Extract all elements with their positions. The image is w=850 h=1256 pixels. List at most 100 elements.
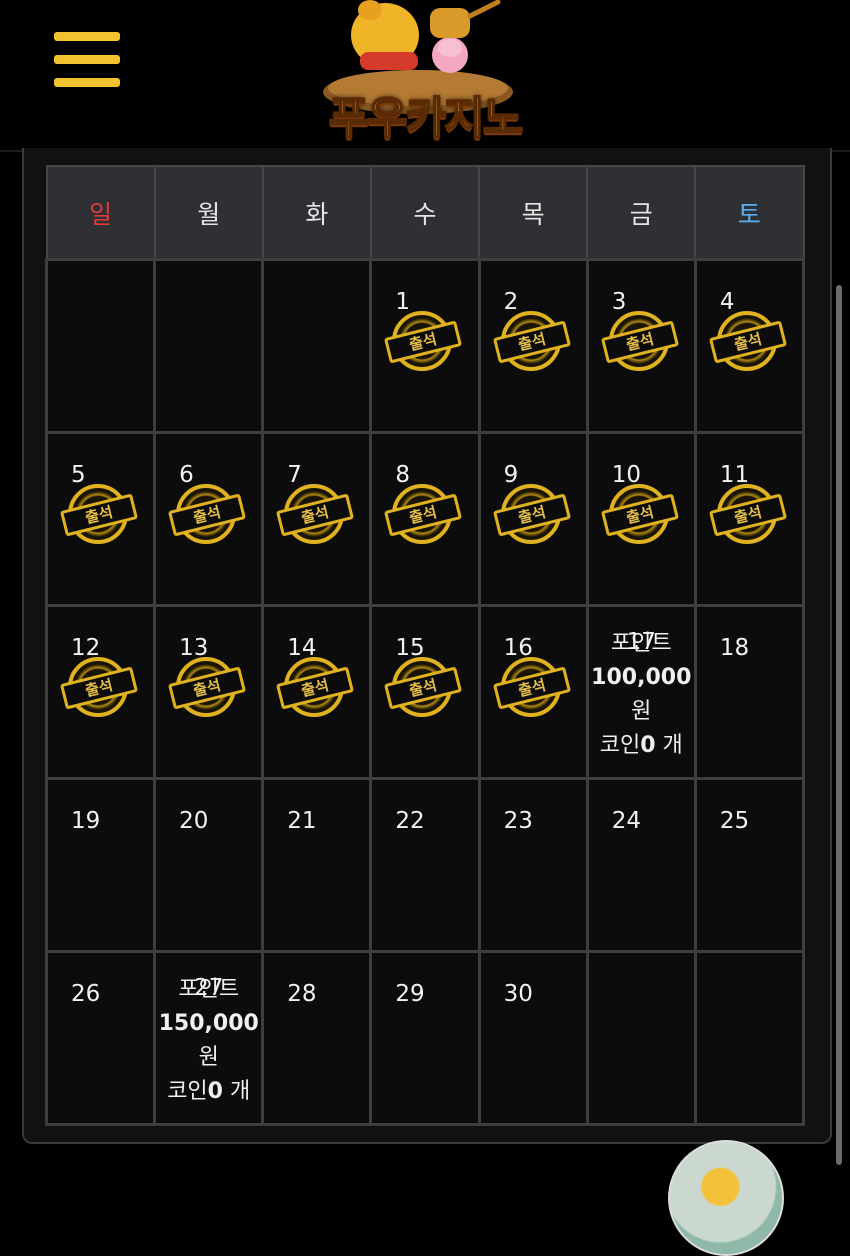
reward-unit: 원 xyxy=(198,1045,219,1070)
weekday-wed: 수 xyxy=(369,165,481,261)
day-number: 24 xyxy=(611,808,641,834)
attendance-calendar: 일 월 화 수 목 금 토 1 출석 2 출석 3 출석 4 출석 5 출석 6 출석 7 출석 8 출석 9 출… xyxy=(44,165,806,1126)
reward-unit: 원 xyxy=(631,699,652,724)
calendar-day-cell: 18 xyxy=(693,604,806,780)
day-number: 18 xyxy=(719,635,750,661)
attendance-stamp-icon: 출석 xyxy=(492,309,575,379)
calendar-week-row: 26 포인트 150,000 원 코인0 개 27 28 29 30 xyxy=(44,950,806,1126)
calendar-day-cell: 3 출석 xyxy=(585,258,697,434)
logo-text: 푸우카지노 xyxy=(328,92,524,145)
weekday-header-row: 일 월 화 수 목 금 토 xyxy=(45,165,805,261)
day-number: 17 xyxy=(626,629,656,655)
reward-amount: 150,000 xyxy=(158,1011,259,1036)
calendar-day-cell: 5 출석 xyxy=(44,431,157,607)
reward-coin-count: 코인0 개 xyxy=(600,733,683,758)
calendar-day-cell: 14 출석 xyxy=(261,604,373,780)
calendar-week-row: 12 출석 13 출석 14 출석 15 출석 16 출석 포인트 100,000 원 코인0 개 17 18 xyxy=(44,604,806,780)
coin-prefix: 코인 xyxy=(599,733,641,758)
attendance-stamp-icon: 출석 xyxy=(276,482,358,552)
calendar-day-cell: 30 xyxy=(477,950,589,1126)
calendar-empty-cell xyxy=(44,258,157,434)
top-header: 푸우카지노 xyxy=(0,0,850,152)
coin-prefix: 코인 xyxy=(167,1079,208,1104)
day-number: 25 xyxy=(719,808,750,834)
reward-amount: 100,000 xyxy=(591,665,692,690)
calendar-day-cell: 10 출석 xyxy=(585,431,697,607)
calendar-day-cell: 7 출석 xyxy=(261,431,373,607)
weekday-sat: 토 xyxy=(694,165,805,261)
reward-coin-count: 코인0 개 xyxy=(167,1079,250,1104)
calendar-day-cell: 12 출석 xyxy=(44,604,157,780)
calendar-day-cell: 25 xyxy=(693,777,806,953)
calendar-day-cell: 19 xyxy=(44,777,157,953)
weekday-tue: 화 xyxy=(261,165,372,261)
day-number: 29 xyxy=(395,981,425,1007)
site-logo[interactable]: 푸우카지노 xyxy=(300,0,550,145)
calendar-day-cell: 4 출석 xyxy=(693,258,806,434)
hamburger-menu-icon[interactable] xyxy=(54,32,120,90)
day-number: 20 xyxy=(179,808,209,834)
calendar-day-cell: 24 xyxy=(585,777,697,953)
calendar-day-cell: 22 xyxy=(369,777,481,953)
calendar-empty-cell xyxy=(261,258,373,434)
calendar-day-cell: 포인트 100,000 원 코인0 개 17 xyxy=(585,604,697,780)
attendance-stamp-icon: 출석 xyxy=(708,482,791,552)
attendance-stamp-icon: 출석 xyxy=(600,482,683,552)
weekday-thu: 목 xyxy=(478,165,589,261)
calendar-day-cell: 8 출석 xyxy=(369,431,481,607)
calendar-day-cell: 29 xyxy=(369,950,481,1126)
day-number: 22 xyxy=(395,808,425,834)
day-number: 30 xyxy=(503,981,533,1007)
attendance-stamp-icon: 출석 xyxy=(59,482,142,552)
calendar-day-cell: 21 xyxy=(261,777,373,953)
calendar-day-cell: 11 출석 xyxy=(693,431,806,607)
calendar-day-cell: 15 출석 xyxy=(369,604,481,780)
calendar-day-cell: 16 출석 xyxy=(477,604,589,780)
weekday-fri: 금 xyxy=(586,165,697,261)
calendar-day-cell: 23 xyxy=(477,777,589,953)
attendance-stamp-icon: 출석 xyxy=(384,309,466,379)
calendar-day-cell: 26 xyxy=(44,950,157,1126)
attendance-stamp-icon: 출석 xyxy=(492,655,575,725)
calendar-day-cell: 6 출석 xyxy=(153,431,265,607)
calendar-week-row: 19 20 21 22 23 24 25 xyxy=(44,777,806,953)
calendar-day-cell: 13 출석 xyxy=(153,604,265,780)
coin-suffix: 개 xyxy=(655,733,683,758)
attendance-stamp-icon: 출석 xyxy=(708,309,791,379)
calendar-empty-cell xyxy=(153,258,265,434)
day-number: 26 xyxy=(71,981,101,1007)
coin-count: 0 xyxy=(640,733,656,758)
coin-suffix: 개 xyxy=(222,1079,251,1104)
calendar-week-row: 1 출석 2 출석 3 출석 4 출석 xyxy=(44,258,806,434)
menu-bar-bottom xyxy=(54,78,120,87)
calendar-empty-cell xyxy=(585,950,697,1126)
day-number: 19 xyxy=(71,808,101,834)
calendar-day-cell: 2 출석 xyxy=(477,258,589,434)
menu-bar-middle xyxy=(54,55,120,64)
weekday-mon: 월 xyxy=(153,165,264,261)
attendance-stamp-icon: 출석 xyxy=(384,482,466,552)
scrollbar[interactable] xyxy=(836,285,842,1165)
day-number: 28 xyxy=(287,981,317,1007)
coin-count: 0 xyxy=(207,1079,223,1104)
attendance-stamp-icon: 출석 xyxy=(600,309,683,379)
attendance-stamp-icon: 출석 xyxy=(492,482,575,552)
menu-bar-top xyxy=(54,32,120,41)
calendar-day-cell: 1 출석 xyxy=(369,258,481,434)
calendar-week-row: 5 출석 6 출석 7 출석 8 출석 9 출석 10 출석 11 출석 xyxy=(44,431,806,607)
calendar-day-cell: 28 xyxy=(261,950,373,1126)
day-number: 23 xyxy=(503,808,533,834)
attendance-stamp-icon: 출석 xyxy=(276,655,358,725)
day-number: 21 xyxy=(287,808,317,834)
calendar-day-cell: 포인트 150,000 원 코인0 개 27 xyxy=(153,950,265,1126)
attendance-stamp-icon: 출석 xyxy=(168,655,250,725)
attendance-stamp-icon: 출석 xyxy=(384,655,466,725)
calendar-day-cell: 20 xyxy=(153,777,265,953)
floating-mascot-button[interactable] xyxy=(668,1140,784,1256)
attendance-stamp-icon: 출석 xyxy=(168,482,250,552)
attendance-stamp-icon: 출석 xyxy=(59,655,142,725)
weekday-sun: 일 xyxy=(45,165,156,261)
calendar-day-cell: 9 출석 xyxy=(477,431,589,607)
calendar-empty-cell xyxy=(693,950,806,1126)
day-number: 27 xyxy=(194,975,224,1001)
